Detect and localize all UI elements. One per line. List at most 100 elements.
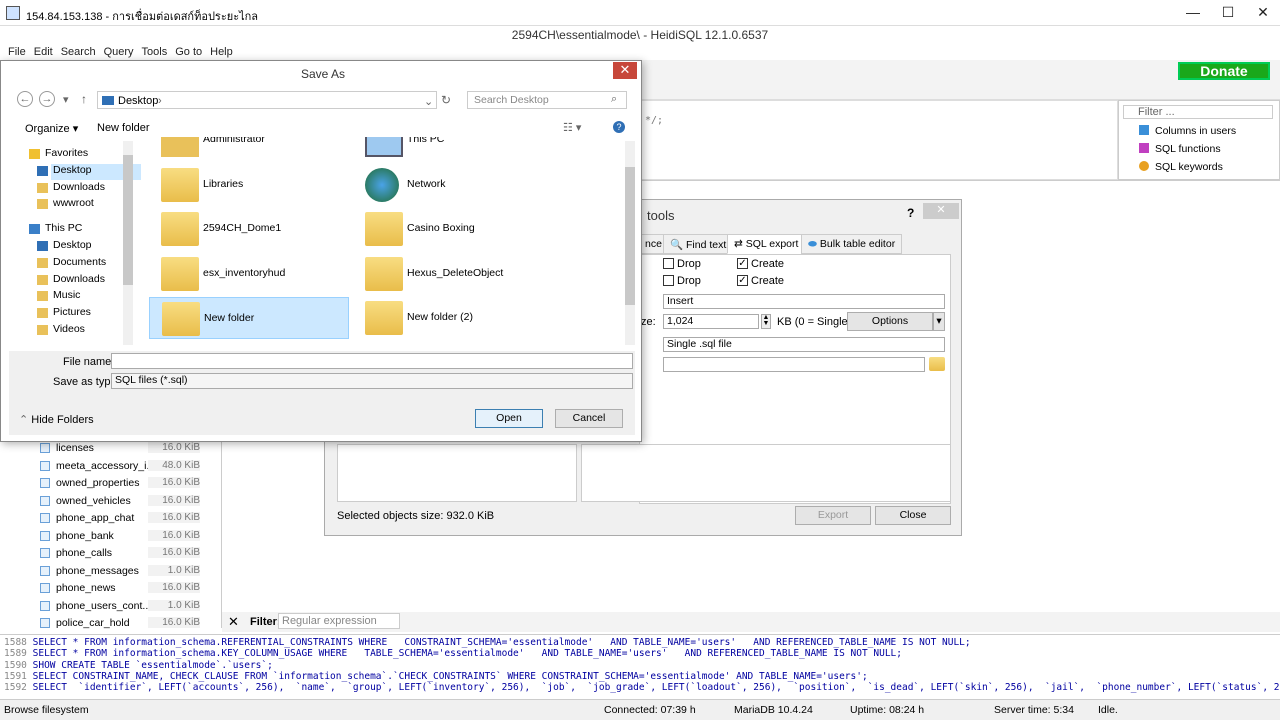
nav-scrollbar[interactable] [123, 141, 133, 345]
organize-button[interactable]: Organize ▾ [25, 122, 78, 135]
folder-icon [365, 212, 403, 247]
file-item[interactable]: Administrator [149, 137, 349, 161]
close-button[interactable]: Close [875, 506, 951, 525]
table-size: 16.0 KiB [148, 617, 200, 628]
search-input[interactable]: Search Desktop [467, 91, 627, 109]
address-bar[interactable]: Desktop › ⌄ [97, 91, 437, 109]
back-icon[interactable]: ← [17, 91, 33, 107]
menu-item-search[interactable]: Search [61, 46, 96, 58]
query-editor[interactable]: */; [640, 100, 1118, 180]
folder-icon [161, 256, 199, 291]
hide-folders-button[interactable]: ⌃ Hide Folders [19, 413, 94, 426]
filter-input[interactable]: Regular expression [278, 613, 400, 629]
helper-item-keywords[interactable]: SQL keywords [1139, 161, 1223, 173]
menu-item-query[interactable]: Query [104, 46, 134, 58]
table-row[interactable]: meeta_accessory_i... 48.0 KiB [36, 458, 216, 475]
address-dropdown-icon[interactable]: ⌄ [424, 95, 433, 108]
files-scrollbar[interactable] [625, 141, 635, 345]
file-item[interactable]: New folder (2) [353, 297, 553, 339]
tab-sql-export[interactable]: ⇄ SQL export [727, 234, 806, 254]
folder-icon [37, 241, 48, 251]
output-select[interactable]: Single .sql file [663, 337, 945, 352]
file-item[interactable]: New folder [149, 297, 349, 340]
table-name: phone_app_chat [56, 512, 135, 524]
drop-table-label: Drop [677, 275, 701, 287]
size-input[interactable]: 1,024 [663, 314, 759, 329]
menu-item-help[interactable]: Help [210, 46, 233, 58]
export-close-icon[interactable]: ✕ [923, 203, 959, 219]
size-spinner[interactable]: ▲ ▼ [761, 314, 771, 329]
table-icon [40, 495, 50, 506]
create-db-label: Create [751, 258, 785, 270]
log-line-number: 1589 [4, 648, 27, 660]
nav-item-label: Downloads [53, 180, 105, 193]
up-icon[interactable]: ↑ [81, 92, 87, 106]
table-row[interactable]: police_car_hold 16.0 KiB [36, 615, 216, 632]
export-button[interactable]: Export [795, 506, 871, 525]
recent-dropdown-icon[interactable]: ▾ [63, 93, 69, 106]
data-mode-select[interactable]: Insert [663, 294, 945, 309]
browse-folder-icon[interactable] [929, 357, 945, 371]
table-row[interactable]: phone_news 16.0 KiB [36, 580, 216, 597]
new-folder-button[interactable]: New folder [97, 122, 150, 134]
table-size: 48.0 KiB [148, 459, 200, 471]
create-table-checkbox[interactable]: ✓ [737, 275, 748, 286]
close-window-button[interactable]: ✕ [1248, 4, 1278, 21]
create-db-checkbox[interactable]: ✓ [737, 258, 748, 269]
table-row[interactable]: phone_users_cont... 1.0 KiB [36, 598, 216, 615]
view-icon[interactable]: ☷ ▾ [563, 121, 581, 134]
table-row[interactable]: licenses 16.0 KiB [36, 440, 216, 457]
help-icon[interactable]: ? [613, 121, 625, 133]
file-item[interactable]: 2594CH_Dome1 [149, 208, 349, 250]
table-row[interactable]: phone_calls 16.0 KiB [36, 545, 216, 562]
save-type-select[interactable]: SQL files (*.sql) [111, 373, 633, 389]
table-row[interactable]: owned_vehicles 16.0 KiB [36, 493, 216, 510]
cancel-button[interactable]: Cancel [555, 409, 623, 428]
file-item[interactable]: Libraries [149, 164, 349, 206]
tab-bulk-editor[interactable]: ⬬ Bulk table editor [801, 234, 903, 254]
drop-table-checkbox[interactable] [663, 275, 674, 286]
file-name: This PC [407, 137, 445, 145]
menu-item-go-to[interactable]: Go to [175, 46, 202, 58]
maximize-button[interactable]: ☐ [1213, 4, 1243, 21]
helper-filter-input[interactable]: Filter ... [1123, 105, 1273, 119]
log-line-number: 1592 [4, 682, 27, 694]
close-filter-icon[interactable]: ✕ [228, 614, 239, 630]
status-bar: Browse filesystem Connected: 07:39 h Mar… [0, 699, 1280, 720]
table-row[interactable]: owned_properties 16.0 KiB [36, 475, 216, 492]
options-dropdown-icon[interactable]: ▾ [933, 312, 945, 331]
help-button[interactable]: ? [907, 206, 914, 220]
selected-size: Selected objects size: 932.0 KiB [337, 510, 495, 522]
log-line: 1592 SELECT `identifier`, LEFT(`accounts… [4, 682, 1280, 693]
tab-find-text[interactable]: 🔍 Find text [663, 234, 734, 254]
helper-item-columns[interactable]: Columns in users [1139, 125, 1236, 137]
table-row[interactable]: phone_app_chat 16.0 KiB [36, 510, 216, 527]
file-item[interactable]: Network [353, 164, 553, 206]
menu-item-file[interactable]: File [8, 46, 26, 58]
file-item[interactable]: This PC [353, 137, 553, 161]
refresh-icon[interactable]: ↻ [441, 93, 451, 107]
drop-db-checkbox[interactable] [663, 258, 674, 269]
table-name: owned_properties [56, 477, 140, 489]
helper-item-functions[interactable]: SQL functions [1139, 143, 1221, 155]
donate-button[interactable]: Donate [1178, 62, 1270, 80]
file-name-input[interactable] [111, 353, 633, 369]
file-item[interactable]: esx_inventoryhud [149, 253, 349, 295]
save-close-button[interactable]: ✕ [613, 62, 637, 79]
table-icon [40, 530, 50, 541]
menu-item-tools[interactable]: Tools [142, 46, 168, 58]
filename-select[interactable] [663, 357, 925, 372]
menu-item-edit[interactable]: Edit [34, 46, 53, 58]
minimize-button[interactable]: — [1178, 4, 1208, 20]
nav-item-favorites[interactable]: Favorites [29, 147, 133, 163]
table-row[interactable]: phone_bank 16.0 KiB [36, 528, 216, 545]
file-item[interactable]: Casino Boxing [353, 208, 553, 250]
folder-icon [37, 165, 48, 176]
open-button[interactable]: Open [475, 409, 543, 428]
table-row[interactable]: phone_messages 1.0 KiB [36, 563, 216, 580]
options-button[interactable]: Options [847, 312, 933, 331]
nav-item-this-pc[interactable]: This PC [29, 222, 133, 238]
file-item[interactable]: Hexus_DeleteObject [353, 253, 553, 295]
forward-icon[interactable]: → [39, 91, 55, 107]
table-size: 16.0 KiB [148, 477, 200, 488]
